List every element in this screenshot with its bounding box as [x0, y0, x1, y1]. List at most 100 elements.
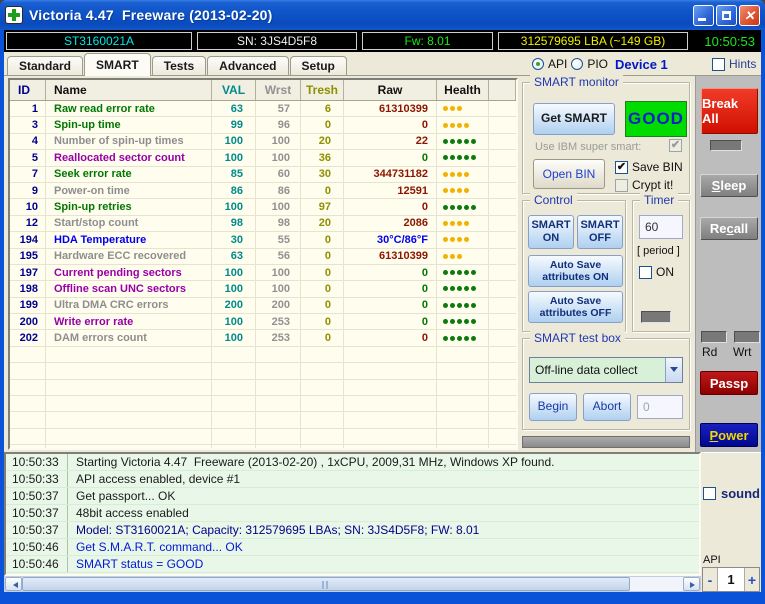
maximize-button[interactable]	[716, 5, 737, 26]
sound-label: sound	[721, 486, 760, 501]
table-row[interactable]: 3Spin-up time999600	[10, 117, 516, 133]
header-raw[interactable]: Raw	[344, 80, 437, 100]
cell-tresh: 0	[301, 298, 344, 313]
table-row[interactable]: 7Seek error rate856030344731182	[10, 167, 516, 183]
cell-empty	[46, 445, 212, 450]
smart-table-body: 1Raw read error rate63576613103993Spin-u…	[10, 101, 516, 450]
smart-off-button[interactable]: SMART OFF	[577, 215, 623, 249]
table-row[interactable]: 202DAM errors count10025300	[10, 330, 516, 346]
dropdown-arrow-icon[interactable]	[665, 358, 682, 382]
test-select-dropdown[interactable]: Off-line data collect	[529, 357, 683, 383]
cell-tresh: 0	[301, 183, 344, 198]
table-row[interactable]: 10Spin-up retries100100970	[10, 199, 516, 215]
table-row[interactable]: 9Power-on time8686012591	[10, 183, 516, 199]
bottom-area: 10:50:33Starting Victoria 4.47 Freeware …	[4, 452, 761, 592]
drive-serial: SN: 3JS4D5F8	[197, 32, 357, 50]
cell-empty	[10, 396, 46, 411]
header-id[interactable]: ID	[10, 80, 46, 100]
header-name[interactable]: Name	[46, 80, 212, 100]
table-row[interactable]: 12Start/stop count9898202086	[10, 216, 516, 232]
recall-button[interactable]: Recall	[700, 217, 758, 240]
cell-empty	[301, 429, 344, 444]
table-row[interactable]: 5Reallocated sector count100100360	[10, 150, 516, 166]
cell-id: 195	[10, 249, 46, 264]
open-bin-button[interactable]: Open BIN	[533, 159, 605, 189]
health-dot	[457, 188, 462, 193]
table-row[interactable]: 199Ultra DMA CRC errors20020000	[10, 298, 516, 314]
cell-val: 100	[212, 265, 256, 280]
cell-wrst: 200	[256, 298, 301, 313]
log-entry: 10:50:37Get passport... OK	[6, 488, 699, 505]
pio-radio[interactable]	[571, 58, 583, 70]
scroll-left-arrow-icon[interactable]	[5, 577, 22, 591]
cell-wrst: 86	[256, 183, 301, 198]
cell-filler	[489, 281, 516, 296]
table-row[interactable]: 198Offline scan UNC sectors10010000	[10, 281, 516, 297]
log-panel: 10:50:33Starting Victoria 4.47 Freeware …	[4, 452, 701, 576]
table-row[interactable]: 197Current pending sectors10010000	[10, 265, 516, 281]
health-dot	[450, 221, 455, 226]
header-health[interactable]: Health	[437, 80, 489, 100]
tab-setup[interactable]: Setup	[290, 56, 347, 75]
health-dot	[464, 188, 469, 193]
health-dot	[464, 336, 469, 341]
cell-empty	[212, 347, 256, 362]
sleep-button[interactable]: Sleep	[700, 174, 758, 197]
timer-on-checkbox[interactable]	[639, 266, 652, 279]
break-all-button[interactable]: Break All	[701, 88, 758, 134]
scrollbar-thumb[interactable]	[22, 577, 630, 591]
api-number-decrement-button[interactable]: -	[703, 568, 718, 591]
table-row[interactable]: 4Number of spin-up times1001002022	[10, 134, 516, 150]
cell-filler	[489, 314, 516, 329]
passp-button[interactable]: Passp	[700, 371, 758, 395]
tab-smart[interactable]: SMART	[84, 53, 151, 76]
scroll-right-arrow-icon[interactable]	[683, 577, 700, 591]
cell-empty	[437, 347, 489, 362]
cell-name: Ultra DMA CRC errors	[46, 298, 212, 313]
close-button[interactable]: ✕	[739, 5, 760, 26]
cell-val: 100	[212, 314, 256, 329]
cell-empty	[437, 445, 489, 450]
cell-empty	[437, 429, 489, 444]
table-row[interactable]: 194HDA Temperature3055030°C/86°F	[10, 232, 516, 248]
power-button[interactable]: Power	[700, 423, 758, 447]
sound-checkbox[interactable]	[703, 487, 716, 500]
autosave-on-button[interactable]: Auto Save attributes ON	[528, 255, 623, 287]
cell-val: 100	[212, 134, 256, 149]
cell-wrst: 57	[256, 101, 301, 116]
cell-tresh: 0	[301, 314, 344, 329]
log-message: Get S.M.A.R.T. command... OK	[68, 540, 243, 554]
tab-tests[interactable]: Tests	[152, 56, 206, 75]
save-bin-checkbox[interactable]	[615, 161, 628, 174]
cell-health	[437, 281, 489, 296]
api-number-value: 1	[718, 568, 744, 591]
autosave-off-button[interactable]: Auto Save attributes OFF	[528, 291, 623, 323]
api-number-increment-button[interactable]: +	[744, 568, 759, 591]
control-group: Control SMART ON SMART OFF Auto Save att…	[522, 200, 626, 332]
minimize-button[interactable]	[693, 5, 714, 26]
cell-empty	[489, 429, 516, 444]
header-tresh[interactable]: Tresh	[301, 80, 344, 100]
cell-id: 202	[10, 330, 46, 345]
horizontal-scrollbar[interactable]	[4, 576, 701, 592]
health-dot	[464, 123, 469, 128]
table-row[interactable]: 1Raw read error rate6357661310399	[10, 101, 516, 117]
cell-raw: 22	[344, 134, 437, 149]
tab-advanced[interactable]: Advanced	[207, 56, 288, 75]
smart-on-button[interactable]: SMART ON	[528, 215, 574, 249]
get-smart-button[interactable]: Get SMART	[533, 103, 615, 135]
begin-button[interactable]: Begin	[529, 393, 577, 421]
timer-period-input[interactable]: 60	[639, 215, 683, 239]
write-led-label: Wrt	[733, 345, 751, 359]
hints-checkbox[interactable]	[712, 58, 725, 71]
cell-empty	[301, 412, 344, 427]
table-row[interactable]: 200Write error rate10025300	[10, 314, 516, 330]
header-wrst[interactable]: Wrst	[256, 80, 301, 100]
header-val[interactable]: VAL	[212, 80, 256, 100]
abort-button[interactable]: Abort	[583, 393, 631, 421]
api-radio[interactable]	[532, 58, 544, 70]
tab-standard[interactable]: Standard	[7, 56, 83, 75]
scrollbar-track[interactable]	[630, 577, 683, 591]
log-entry: 10:50:46Get S.M.A.R.T. command... OK	[6, 539, 699, 556]
table-row[interactable]: 195Hardware ECC recovered6356061310399	[10, 249, 516, 265]
